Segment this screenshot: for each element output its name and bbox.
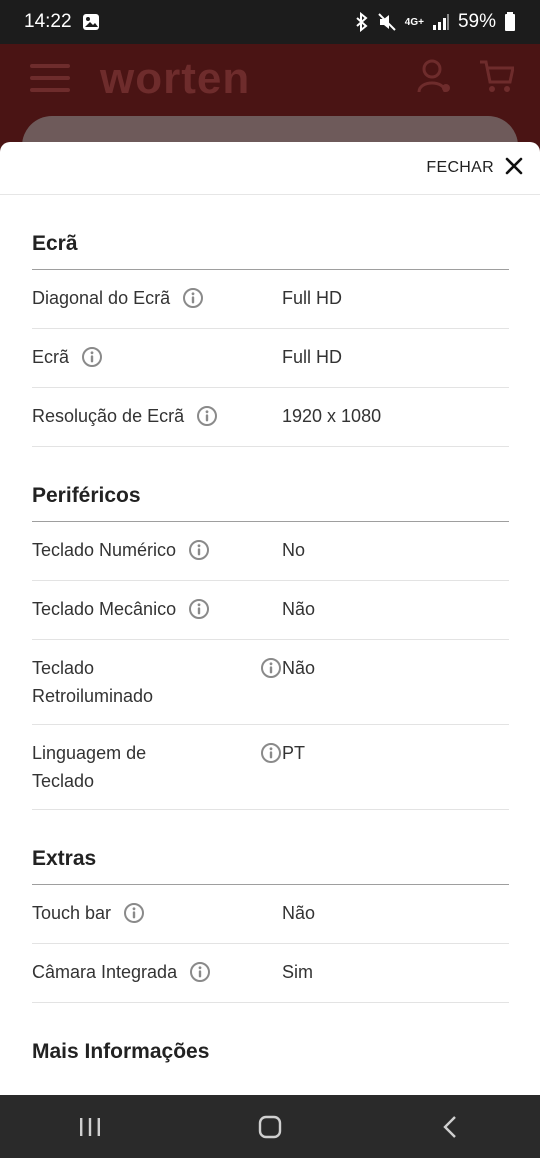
spec-label-text: Resolução de Ecrã xyxy=(32,406,185,426)
spec-value: Full HD xyxy=(282,347,343,367)
spec-row: Câmara Integrada Sim xyxy=(32,944,509,1003)
spec-row: Resolução de Ecrã 1920 x 1080 xyxy=(32,388,509,447)
close-button[interactable]: FECHAR xyxy=(426,156,524,181)
section-ecra: Ecrã Diagonal do Ecrã Full HD Ecrã Full … xyxy=(32,195,509,447)
spec-value: Não xyxy=(282,599,316,619)
specifications-sheet: FECHAR Ecrã Diagonal do Ecrã Full HD Ecr… xyxy=(0,142,540,1095)
spec-value: Não xyxy=(282,903,316,923)
bluetooth-icon xyxy=(355,12,369,32)
spec-label-text: Diagonal do Ecrã xyxy=(32,288,171,308)
info-icon[interactable] xyxy=(81,346,103,368)
section-title: Extras xyxy=(32,810,509,885)
spec-row: Teclado Retroiluminado Não xyxy=(32,640,509,725)
info-icon[interactable] xyxy=(188,598,210,620)
cart-icon[interactable] xyxy=(478,58,515,99)
spec-label: Diagonal do Ecrã xyxy=(32,284,282,314)
spec-label-text: Câmara Integrada xyxy=(32,962,178,982)
spec-row: Teclado Numérico No xyxy=(32,522,509,581)
info-icon[interactable] xyxy=(196,405,218,427)
spec-label: Resolução de Ecrã xyxy=(32,402,282,432)
spec-label-text: Ecrã xyxy=(32,347,70,367)
spec-value: 1920 x 1080 xyxy=(282,406,382,426)
info-icon[interactable] xyxy=(189,961,211,983)
home-button[interactable] xyxy=(230,1102,310,1152)
spec-value: No xyxy=(282,540,306,560)
spec-label-text: Teclado Numérico xyxy=(32,540,177,560)
recent-apps-button[interactable] xyxy=(50,1102,130,1152)
spec-row: Ecrã Full HD xyxy=(32,329,509,388)
spec-value: Full HD xyxy=(282,288,343,308)
app-header: worten xyxy=(0,44,540,176)
section-title: Mais Informações xyxy=(32,1040,210,1063)
status-bar: 14:22 4G+ 59% xyxy=(0,0,540,44)
spec-label-text: Linguagem de Teclado xyxy=(32,743,147,791)
network-type: 4G+ xyxy=(404,16,424,28)
battery-percent: 59% xyxy=(457,11,496,32)
user-account-icon[interactable] xyxy=(416,58,452,99)
gallery-icon xyxy=(82,13,100,31)
spec-row: Diagonal do Ecrã Full HD xyxy=(32,270,509,329)
spec-row: Teclado Mecânico Não xyxy=(32,581,509,640)
info-icon[interactable] xyxy=(188,539,210,561)
info-icon[interactable] xyxy=(260,657,282,679)
signal-icon xyxy=(432,13,450,31)
section-perifericos: Periféricos Teclado Numérico No Teclado … xyxy=(32,447,509,810)
hamburger-menu-icon[interactable] xyxy=(30,62,70,99)
sheet-content: Ecrã Diagonal do Ecrã Full HD Ecrã Full … xyxy=(0,195,540,1077)
info-icon[interactable] xyxy=(260,742,282,764)
spec-value: Sim xyxy=(282,962,313,982)
section-extras: Extras Touch bar Não Câmara Integrada Si… xyxy=(32,810,509,1003)
spec-label: Linguagem de Teclado xyxy=(32,739,282,795)
spec-label: Touch bar xyxy=(32,899,282,929)
spec-label-text: Touch bar xyxy=(32,903,112,923)
section-title: Ecrã xyxy=(32,195,509,270)
status-time: 14:22 xyxy=(24,11,72,32)
spec-label: Câmara Integrada xyxy=(32,958,282,988)
brand-logo[interactable]: worten xyxy=(100,54,250,104)
spec-label: Teclado Mecânico xyxy=(32,595,282,625)
spec-label: Ecrã xyxy=(32,343,282,373)
spec-label-text: Teclado Mecânico xyxy=(32,599,177,619)
mute-icon xyxy=(377,12,397,32)
spec-value: Não xyxy=(282,658,316,678)
info-icon[interactable] xyxy=(123,902,145,924)
spec-label-text: Teclado Retroiluminado xyxy=(32,658,154,706)
close-icon xyxy=(504,156,524,181)
spec-label: Teclado Numérico xyxy=(32,536,282,566)
section-title: Periféricos xyxy=(32,447,509,522)
spec-row: Linguagem de Teclado PT xyxy=(32,725,509,810)
sheet-header: FECHAR xyxy=(0,142,540,195)
system-nav-bar xyxy=(0,1095,540,1158)
back-button[interactable] xyxy=(410,1102,490,1152)
close-label: FECHAR xyxy=(426,159,494,176)
info-icon[interactable] xyxy=(182,287,204,309)
section-mais-informacoes: Mais Informações xyxy=(32,1003,509,1077)
spec-value: PT xyxy=(282,743,306,763)
spec-label: Teclado Retroiluminado xyxy=(32,654,282,710)
battery-icon xyxy=(504,12,516,32)
spec-row: Touch bar Não xyxy=(32,885,509,944)
